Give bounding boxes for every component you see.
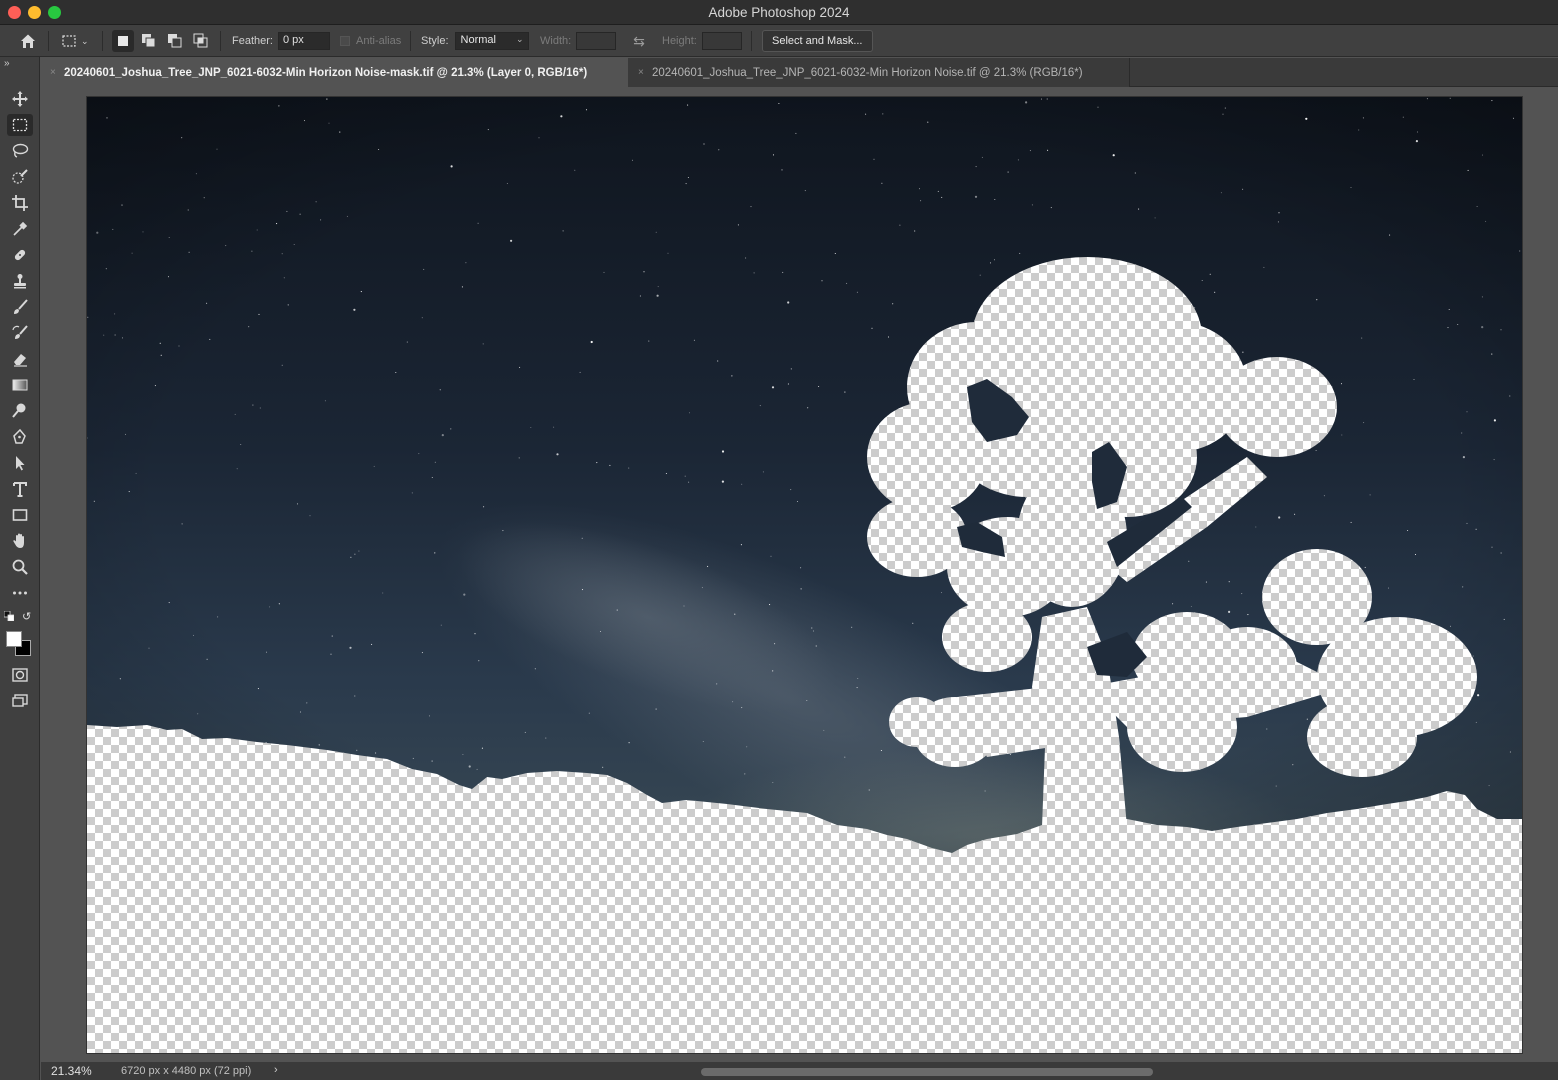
- zoom-level-field[interactable]: 21.34%: [51, 1064, 92, 1078]
- screen-mode-icon[interactable]: [7, 690, 33, 712]
- path-selection-tool-icon[interactable]: [7, 452, 33, 474]
- quick-selection-tool-icon[interactable]: [7, 166, 33, 188]
- swap-dimensions-icon[interactable]: ⇆: [628, 30, 650, 52]
- move-tool-icon[interactable]: [7, 88, 33, 110]
- default-colors-icon[interactable]: [4, 611, 14, 621]
- swap-colors-icon[interactable]: ↺: [22, 610, 31, 623]
- feather-input[interactable]: 0 px: [277, 32, 330, 50]
- width-input[interactable]: [576, 32, 617, 50]
- home-icon[interactable]: [17, 30, 39, 52]
- document-tab-bar: × 20240601_Joshua_Tree_JNP_6021-6032-Min…: [40, 58, 1558, 87]
- tools-panel: » ↺: [0, 57, 40, 1080]
- canvas-image: [87, 97, 1522, 1053]
- zoom-tool-icon[interactable]: [7, 556, 33, 578]
- new-selection-icon[interactable]: [112, 30, 134, 52]
- close-tab-icon[interactable]: ×: [638, 67, 652, 78]
- canvas-workspace: [41, 88, 1558, 1060]
- style-label: Style:: [421, 35, 449, 47]
- status-bar: 21.34% 6720 px x 4480 px (72 ppi) ›: [41, 1062, 1558, 1080]
- width-label: Width:: [540, 35, 572, 47]
- crop-tool-icon[interactable]: [7, 192, 33, 214]
- chevron-right-icon[interactable]: ›: [274, 1064, 278, 1076]
- history-brush-tool-icon[interactable]: [7, 322, 33, 344]
- spot-healing-brush-tool-icon[interactable]: [7, 244, 33, 266]
- title-bar: Adobe Photoshop 2024: [0, 0, 1558, 25]
- chevron-down-icon: ⌄: [515, 34, 524, 44]
- pen-tool-icon[interactable]: [7, 426, 33, 448]
- brush-tool-icon[interactable]: [7, 296, 33, 318]
- more-tools-icon[interactable]: [7, 582, 33, 604]
- document-canvas[interactable]: [87, 97, 1522, 1053]
- close-tab-icon[interactable]: ×: [50, 67, 64, 78]
- feather-label: Feather:: [232, 35, 273, 47]
- type-tool-icon[interactable]: [7, 478, 33, 500]
- style-value: Normal: [460, 34, 496, 46]
- hand-tool-icon[interactable]: [7, 530, 33, 552]
- foreground-color-swatch[interactable]: [6, 631, 22, 647]
- dodge-tool-icon[interactable]: [7, 400, 33, 422]
- eraser-tool-icon[interactable]: [7, 348, 33, 370]
- marquee-preset-icon[interactable]: [58, 30, 80, 52]
- style-select[interactable]: Normal ⌄: [454, 32, 529, 50]
- collapse-panel-icon[interactable]: »: [4, 58, 10, 69]
- options-bar: ⌄ Feather: 0 px Anti-alias Style: Normal…: [0, 25, 1558, 57]
- add-to-selection-icon[interactable]: [138, 30, 160, 52]
- document-info: 6720 px x 4480 px (72 ppi): [121, 1065, 252, 1077]
- horizontal-scrollbar[interactable]: [701, 1068, 1153, 1076]
- quick-mask-icon[interactable]: [7, 664, 33, 686]
- height-label: Height:: [662, 35, 697, 47]
- document-tab-label: 20240601_Joshua_Tree_JNP_6021-6032-Min H…: [64, 66, 588, 79]
- clone-stamp-tool-icon[interactable]: [7, 270, 33, 292]
- photoshop-window: Adobe Photoshop 2024 ⌄ Feather: 0 px Ant…: [0, 0, 1558, 1080]
- antialias-checkbox[interactable]: [340, 36, 350, 46]
- chevron-down-icon[interactable]: ⌄: [81, 36, 89, 47]
- document-tab[interactable]: × 20240601_Joshua_Tree_JNP_6021-6032-Min…: [40, 58, 628, 87]
- intersect-selection-icon[interactable]: [190, 30, 212, 52]
- document-tab-label: 20240601_Joshua_Tree_JNP_6021-6032-Min H…: [652, 66, 1083, 79]
- select-and-mask-button[interactable]: Select and Mask...: [762, 30, 873, 52]
- lasso-tool-icon[interactable]: [7, 140, 33, 162]
- gradient-tool-icon[interactable]: [7, 374, 33, 396]
- document-tab[interactable]: × 20240601_Joshua_Tree_JNP_6021-6032-Min…: [628, 58, 1130, 87]
- antialias-label: Anti-alias: [356, 35, 402, 47]
- eyedropper-tool-icon[interactable]: [7, 218, 33, 240]
- height-input[interactable]: [701, 32, 742, 50]
- subtract-from-selection-icon[interactable]: [164, 30, 186, 52]
- rectangular-marquee-tool-icon[interactable]: [7, 114, 33, 136]
- app-title: Adobe Photoshop 2024: [708, 5, 850, 20]
- rectangle-tool-icon[interactable]: [7, 504, 33, 526]
